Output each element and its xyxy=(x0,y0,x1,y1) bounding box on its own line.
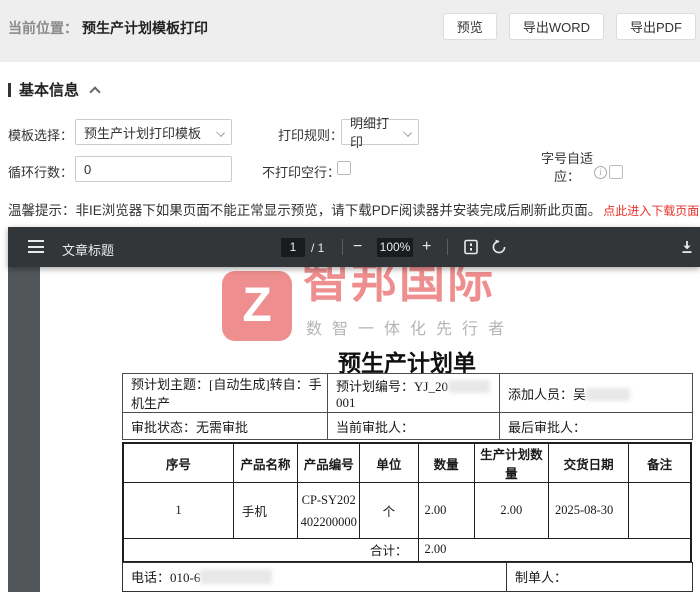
fit-to-page-icon[interactable] xyxy=(463,239,479,260)
last-approver-cell: 最后审批人： xyxy=(499,412,693,440)
remark-cell xyxy=(628,482,692,539)
template-select-value: 预生产计划打印模板 xyxy=(84,125,202,141)
redacted-value xyxy=(586,387,631,401)
redacted-value xyxy=(447,379,490,393)
print-rule-select[interactable]: 明细打印 xyxy=(341,116,419,150)
item-row: 1 手机 CP-SY202402200000 个 2.00 2.00 2025-… xyxy=(122,482,692,539)
download-icon[interactable] xyxy=(679,239,695,260)
page-count-label: / 1 xyxy=(311,241,325,255)
redacted-value xyxy=(200,569,273,584)
pdf-page: Z 智邦国际 数智一体化先行者 预生产计划单 预计划主题：[自动生成]转自：手机… xyxy=(40,267,700,592)
total-label-cell: 合计： xyxy=(122,538,419,562)
loop-rows-label: 循环行数： xyxy=(8,165,74,180)
topbar: 当前位置： 预生产计划模板打印 预览 导出WORD 导出PDF xyxy=(0,0,700,62)
print-rule-label: 打印规则： xyxy=(278,128,344,143)
col-header: 单位 xyxy=(359,442,419,483)
product-code-cell: CP-SY202402200000 xyxy=(297,482,361,539)
page-number-input[interactable]: 1 xyxy=(281,238,305,257)
plan-no-suffix: 001 xyxy=(336,394,356,410)
pdf-doc-title: 文章标题 xyxy=(62,243,115,258)
pdf-toolbar: 文章标题 1 / 1 − 100% + xyxy=(8,227,700,267)
table-row: 电话：010-6 制单人： xyxy=(122,561,693,592)
total-value-cell: 2.00 xyxy=(417,538,692,562)
plan-subject-cell: 预计划主题：[自动生成]转自：手机生产 xyxy=(122,373,328,413)
plan-qty-cell: 2.00 xyxy=(473,482,549,539)
document-tables: 预计划主题：[自动生成]转自：手机生产 预计划编号：YJ_20001 添加人员：… xyxy=(122,373,693,592)
pdf-body: Z 智邦国际 数智一体化先行者 预生产计划单 预计划主题：[自动生成]转自：手机… xyxy=(8,267,700,592)
zoom-level-input[interactable]: 100% xyxy=(377,238,413,257)
section-title: 基本信息 xyxy=(19,82,80,99)
template-select-label: 模板选择： xyxy=(8,128,74,143)
col-header: 生产计划数量 xyxy=(473,442,549,483)
zoom-in-button[interactable]: + xyxy=(422,239,431,255)
item-table-header-row: 序号 产品名称 产品编号 单位 数量 生产计划数量 交货日期 备注 xyxy=(122,442,692,483)
notice-row: 温馨提示：非IE浏览器下如果页面不能正常显示预览，请下载PDF阅读器并安装完成后… xyxy=(8,199,699,219)
brand-name: 智邦国际 xyxy=(303,267,495,307)
total-row: 合计： 2.00 xyxy=(122,538,692,562)
export-word-button[interactable]: 导出WORD xyxy=(508,13,604,40)
unit-cell: 个 xyxy=(359,482,419,539)
approval-status-cell: 审批状态：无需审批 xyxy=(122,412,328,440)
delivery-date-cell: 2025-08-30 xyxy=(547,482,630,539)
no-empty-line-checkbox[interactable] xyxy=(337,161,351,175)
current-approver-cell: 当前审批人： xyxy=(327,412,500,440)
collapse-caret-icon[interactable] xyxy=(89,85,101,98)
seq-cell: 1 xyxy=(122,482,234,539)
table-row: 审批状态：无需审批 当前审批人： 最后审批人： xyxy=(122,412,693,440)
page-title: 预生产计划模板打印 xyxy=(82,20,208,36)
phone-cell: 电话：010-6 xyxy=(122,561,507,592)
phone-table: 电话：010-6 制单人： xyxy=(122,561,693,592)
menu-icon[interactable] xyxy=(28,240,44,253)
product-name-cell: 手机 xyxy=(232,482,299,539)
template-select[interactable]: 预生产计划打印模板 xyxy=(75,119,232,145)
print-rule-select-value: 明细打印 xyxy=(350,116,390,150)
col-header: 备注 xyxy=(628,442,692,483)
item-table: 序号 产品名称 产品编号 单位 数量 生产计划数量 交货日期 备注 1 手机 C… xyxy=(122,442,692,563)
toolbar-separator xyxy=(447,239,448,255)
qty-cell: 2.00 xyxy=(417,482,475,539)
toolbar-separator xyxy=(342,239,343,255)
zoom-out-button[interactable]: − xyxy=(353,239,362,255)
plan-no-prefix: 预计划编号：YJ_20 xyxy=(336,378,448,394)
table-row: 预计划主题：[自动生成]转自：手机生产 预计划编号：YJ_20001 添加人员：… xyxy=(122,373,693,413)
plan-no-cell: 预计划编号：YJ_20001 xyxy=(327,373,500,413)
adder-cell: 添加人员：吴 xyxy=(499,373,693,413)
col-header: 数量 xyxy=(417,442,475,483)
brand-watermark: Z 智邦国际 数智一体化先行者 xyxy=(222,267,514,341)
brand-tagline: 数智一体化先行者 xyxy=(306,321,515,338)
brand-logo-icon: Z xyxy=(222,271,292,341)
export-pdf-button[interactable]: 导出PDF xyxy=(615,13,696,40)
breadcrumb-label: 当前位置： xyxy=(8,20,78,36)
info-icon[interactable]: i xyxy=(594,166,607,179)
pdf-viewer: 文章标题 1 / 1 − 100% + Z 智邦国际 数智一体化先行者 预生产计… xyxy=(8,227,700,592)
col-header: 产品编号 xyxy=(297,442,361,483)
section-accent-bar xyxy=(8,82,11,97)
font-autofit-checkbox[interactable] xyxy=(609,165,623,179)
font-autofit-label: 字号自适应： xyxy=(540,151,593,184)
maker-cell: 制单人： xyxy=(506,561,693,592)
info-table: 预计划主题：[自动生成]转自：手机生产 预计划编号：YJ_20001 添加人员：… xyxy=(122,373,693,440)
page: 当前位置： 预生产计划模板打印 预览 导出WORD 导出PDF 基本信息 模板选择… xyxy=(0,0,700,592)
preview-button[interactable]: 预览 xyxy=(442,13,497,40)
no-empty-line-label: 不打印空行： xyxy=(262,165,341,180)
col-header: 产品名称 xyxy=(232,442,299,483)
download-page-link[interactable]: 点此进入下载页面 xyxy=(603,204,699,218)
breadcrumb: 当前位置： 预生产计划模板打印 xyxy=(8,18,208,38)
basic-info-section-header[interactable]: 基本信息 xyxy=(8,79,101,100)
action-buttons: 预览 导出WORD 导出PDF xyxy=(442,13,696,40)
adder-prefix: 添加人员：吴 xyxy=(508,386,587,402)
phone-prefix: 电话：010-6 xyxy=(131,570,201,585)
col-header: 交货日期 xyxy=(547,442,630,483)
chevron-down-icon xyxy=(403,128,412,137)
loop-rows-input[interactable] xyxy=(75,156,232,182)
chevron-down-icon xyxy=(216,128,225,137)
rotate-icon[interactable] xyxy=(491,239,507,260)
notice-text: 温馨提示：非IE浏览器下如果页面不能正常显示预览，请下载PDF阅读器并安装完成后… xyxy=(8,203,602,218)
col-header: 序号 xyxy=(122,442,234,483)
